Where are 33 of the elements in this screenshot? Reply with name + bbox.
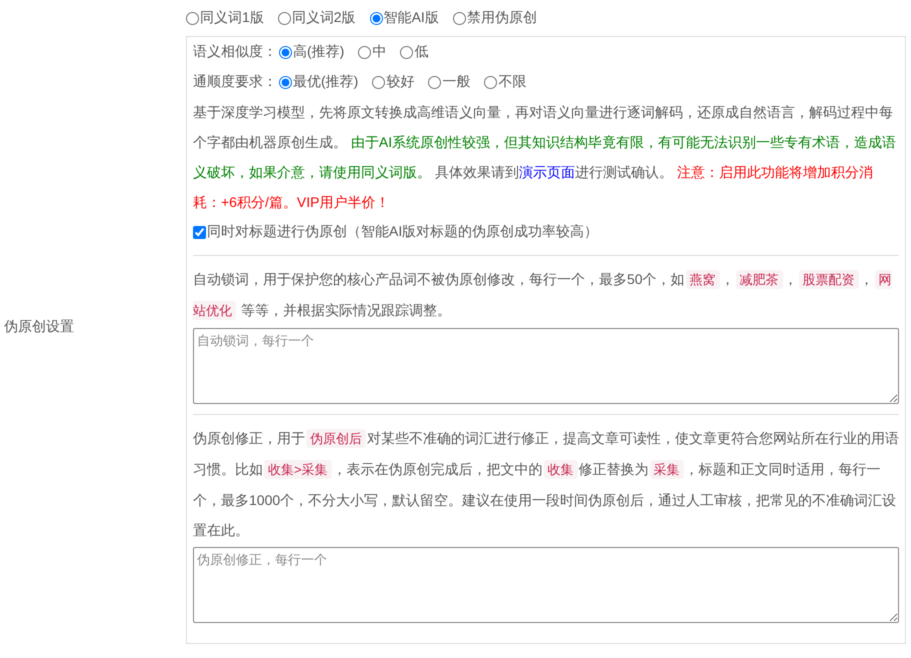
- option-label[interactable]: 高(推荐): [293, 43, 344, 61]
- radio-button[interactable]: [400, 46, 414, 58]
- checkbox[interactable]: [193, 226, 206, 238]
- radio-button[interactable]: [428, 76, 442, 88]
- description-text: 伪原创修正，用于 伪原创后 对某些不准确的词汇进行修正，提高文章可读性，使文章更符合您网站所在行业的用语习惯。比如 收集>采集 ，表示在伪原创完成后，把文中的 收集 修正替换为 采集 ，标题和正文同时适用，每行一个，最多1000个，不分大小写，默认留空。建议在使用一段时间伪原创后，通过人工审核，把常见的不准确词汇设置在此。: [193, 428, 899, 540]
- description-text: 自动锁词，用于保护您的核心产品词不被伪原创修改，每行一个，最多50个，如 燕窝 ， 减肥茶 ， 股票配资 ， 网站优化 等等，并根据实际情况跟踪调整。: [193, 269, 893, 322]
- description-text: 基于深度学习模型，先将原文转换成高维语义向量，再对语义向量进行逐词解码，还原成自然语言，解码过程中每个字都由机器原创生成。 由于AI系统原创性较强，但其知识结构毕竟有限，有可能无法识别一些专有术语，造成语义破坏，如果介意，请使用同义词版。 具体效果请到演示页面进行测试确认。 注意：启用此功能将增加积分消耗：+6积分/篇。VIP用户半价！: [193, 103, 898, 212]
- demo-link[interactable]: 演示页面: [518, 164, 575, 180]
- radio-button[interactable]: [484, 76, 498, 88]
- radio-button[interactable]: [279, 76, 292, 88]
- option-label[interactable]: 一般: [442, 73, 470, 91]
- lock-words-field[interactable]: 自动锁词，每行一个: [193, 328, 899, 404]
- checkbox-label[interactable]: 同时对标题进行伪原创（智能AI版对标题的伪原创成功率较高）: [207, 223, 598, 241]
- settings-label: 伪原创设置: [4, 318, 74, 336]
- option-label[interactable]: 低: [414, 43, 428, 61]
- radio-button[interactable]: [358, 46, 372, 58]
- option-label[interactable]: 智能AI版: [384, 9, 439, 27]
- corrections-field[interactable]: 伪原创修正，每行一个: [193, 547, 899, 623]
- radio-button[interactable]: [370, 12, 383, 24]
- radio-button[interactable]: [372, 76, 386, 88]
- option-label[interactable]: 同义词1版: [200, 9, 264, 27]
- radio-button[interactable]: [279, 46, 292, 58]
- radio-button[interactable]: [452, 12, 466, 24]
- option-label[interactable]: 最优(推荐): [293, 73, 358, 91]
- option-label[interactable]: 不限: [498, 73, 526, 91]
- field-label: 语义相似度：: [193, 43, 277, 61]
- option-label[interactable]: 中: [372, 43, 386, 61]
- option-label[interactable]: 禁用伪原创: [466, 9, 537, 27]
- option-label[interactable]: 较好: [386, 73, 414, 91]
- radio-button[interactable]: [278, 12, 291, 24]
- option-label[interactable]: 同义词2版: [292, 9, 356, 27]
- field-label: 通顺度要求：: [193, 73, 277, 91]
- radio-button[interactable]: [186, 12, 199, 24]
